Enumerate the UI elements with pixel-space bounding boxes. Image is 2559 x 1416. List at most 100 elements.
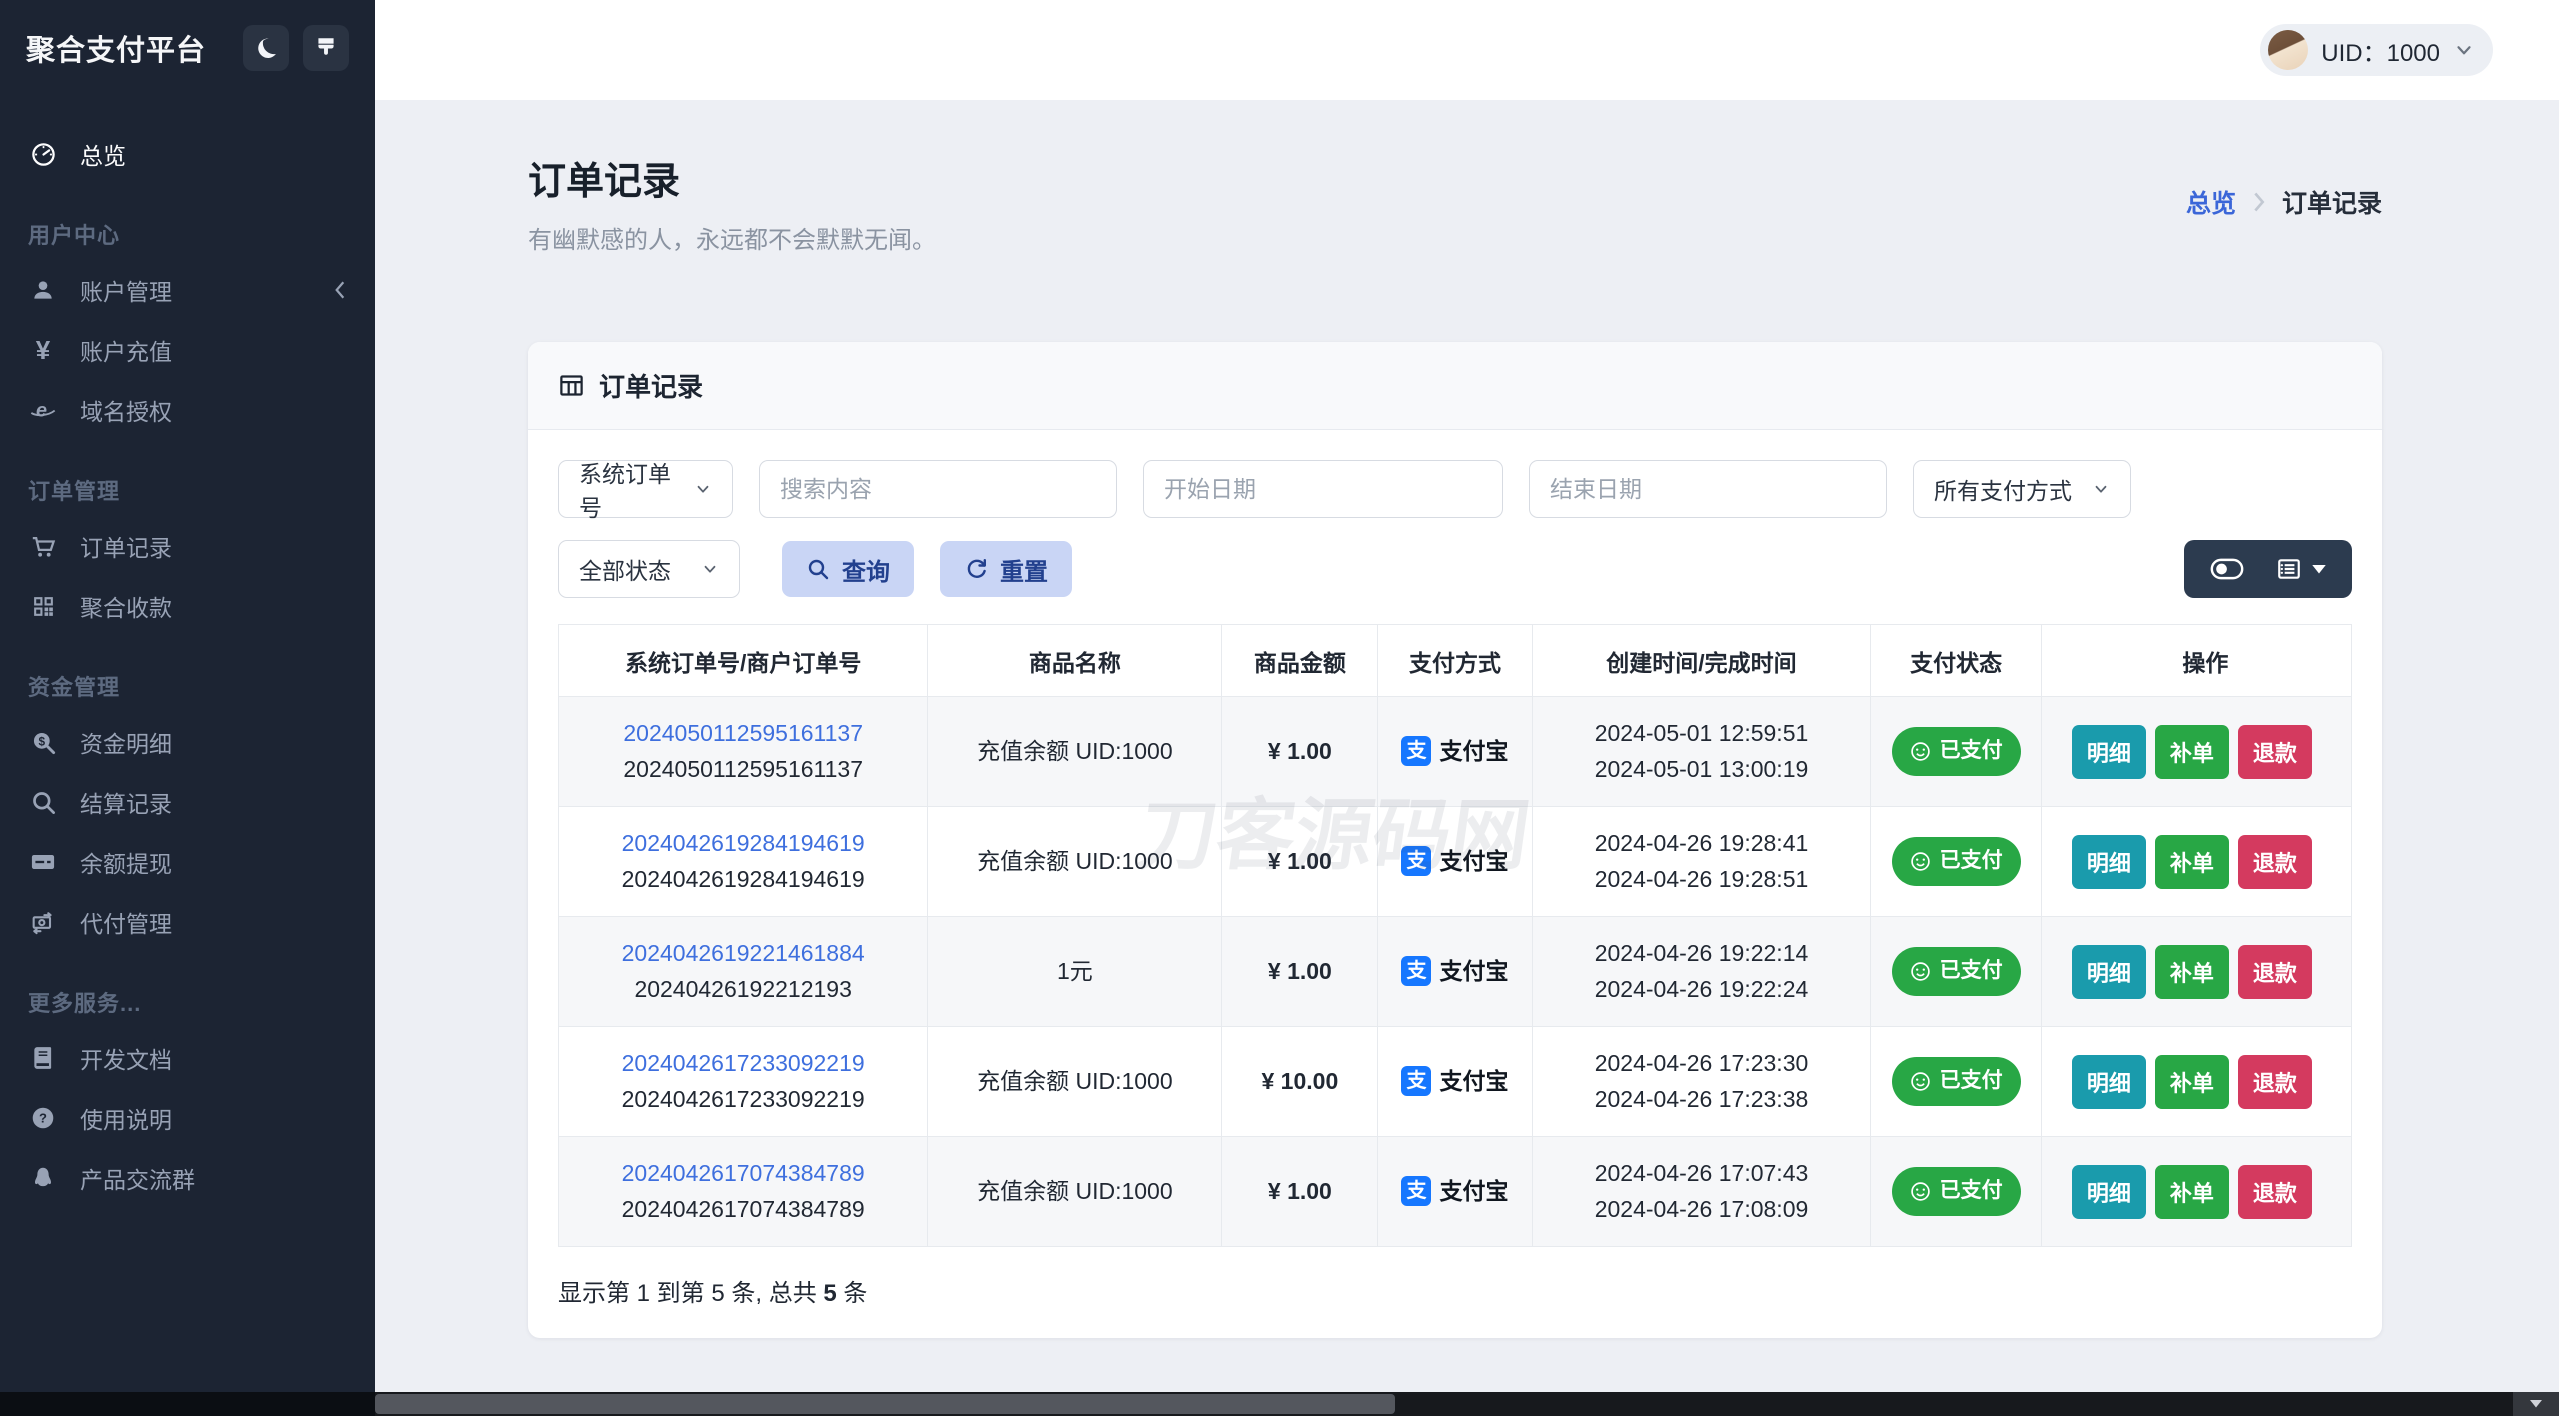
refresh-icon bbox=[964, 557, 988, 581]
sidebar-item-label: 账户管理 bbox=[80, 279, 172, 305]
book-icon bbox=[28, 1045, 58, 1071]
col-method: 支付方式 bbox=[1377, 624, 1533, 697]
order-type-select[interactable]: 系统订单号 bbox=[558, 460, 733, 521]
theme-button[interactable] bbox=[303, 25, 349, 71]
alipay-icon: 支 bbox=[1401, 736, 1432, 767]
col-status: 支付状态 bbox=[1870, 624, 2042, 697]
alipay-icon: 支 bbox=[1401, 956, 1432, 987]
time-cell: 2024-04-26 17:23:30 2024-04-26 17:23:38 bbox=[1531, 1026, 1872, 1137]
refund-button[interactable]: 退款 bbox=[2237, 834, 2312, 889]
pay-method-select[interactable]: 所有支付方式 bbox=[1913, 460, 2131, 518]
detail-button[interactable]: 明细 bbox=[2071, 834, 2146, 889]
dark-mode-button[interactable] bbox=[243, 25, 289, 71]
pay-method: 支付宝 bbox=[1439, 1067, 1509, 1094]
sidebar-header: 聚合支付平台 bbox=[0, 0, 375, 96]
status-badge: 已支付 bbox=[1891, 1057, 2021, 1106]
breadcrumb-home[interactable]: 总览 bbox=[2186, 184, 2236, 220]
pay-method: 支付宝 bbox=[1439, 1177, 1509, 1204]
time-cell: 2024-04-26 17:07:43 2024-04-26 17:08:09 bbox=[1531, 1136, 1872, 1247]
order-records-card: 订单记录 系统订单号 所有支付方式 bbox=[528, 342, 2382, 1338]
search-input[interactable] bbox=[759, 460, 1117, 518]
toggle-view-button[interactable] bbox=[2194, 540, 2260, 598]
reissue-button[interactable]: 补单 bbox=[2154, 724, 2229, 779]
breadcrumb-current: 订单记录 bbox=[2281, 190, 2382, 218]
detail-button[interactable]: 明细 bbox=[2071, 724, 2146, 779]
pay-method: 支付宝 bbox=[1439, 737, 1509, 764]
order-link[interactable]: 2024042619221461884 bbox=[569, 936, 917, 972]
yen-icon: ¥ bbox=[35, 335, 51, 365]
product-name: 充值余额 UID:1000 bbox=[927, 806, 1223, 917]
amount: ¥ 1.00 bbox=[1221, 1136, 1379, 1247]
amount: ¥ 1.00 bbox=[1221, 916, 1379, 1027]
sidebar-item-overview[interactable]: 总览 bbox=[0, 124, 375, 184]
table-row: 2024042617074384789 2024042617074384789 充… bbox=[557, 1136, 2353, 1247]
sidebar-item-fund-detail[interactable]: $ 资金明细 bbox=[0, 712, 375, 772]
sidebar-item-withdraw[interactable]: 余额提现 bbox=[0, 832, 375, 892]
order-link[interactable]: 2024042617074384789 bbox=[569, 1156, 917, 1192]
question-circle-icon: ? bbox=[28, 1105, 58, 1131]
status-value: 全部状态 bbox=[579, 558, 671, 584]
sidebar-item-user-guide[interactable]: ? 使用说明 bbox=[0, 1088, 375, 1148]
columns-dropdown-button[interactable] bbox=[2260, 540, 2342, 598]
refund-button[interactable]: 退款 bbox=[2237, 1054, 2312, 1109]
orders-table: 系统订单号/商户订单号 商品名称 商品金额 支付方式 创建时间/完成时间 支付状… bbox=[557, 624, 2353, 1247]
sidebar-item-settle-records[interactable]: 结算记录 bbox=[0, 772, 375, 832]
sidebar-item-dev-docs[interactable]: 开发文档 bbox=[0, 1028, 375, 1088]
page-title: 订单记录 bbox=[528, 160, 681, 203]
sidebar-section-more: 更多服务... bbox=[28, 991, 142, 1016]
amount: ¥ 10.00 bbox=[1221, 1026, 1379, 1137]
credit-card-icon bbox=[28, 848, 58, 876]
sidebar-item-product-group[interactable]: 产品交流群 bbox=[0, 1148, 375, 1208]
card-header: 订单记录 bbox=[528, 342, 2382, 430]
order-link[interactable]: 2024050112595161137 bbox=[569, 716, 917, 752]
toggle-icon bbox=[2210, 558, 2244, 580]
end-date-input[interactable] bbox=[1529, 460, 1887, 518]
card-body: 系统订单号 所有支付方式 全部状态 bbox=[528, 430, 2382, 1338]
refund-button[interactable]: 退款 bbox=[2237, 724, 2312, 779]
sidebar-section-order: 订单管理 bbox=[28, 479, 121, 504]
sidebar-item-order-records[interactable]: 订单记录 bbox=[0, 516, 375, 576]
detail-button[interactable]: 明细 bbox=[2071, 944, 2146, 999]
reissue-button[interactable]: 补单 bbox=[2154, 1054, 2229, 1109]
sidebar-item-account-manage[interactable]: 账户管理 bbox=[0, 260, 375, 320]
status-badge: 已支付 bbox=[1891, 837, 2021, 886]
sidebar-item-payout-manage[interactable]: 代付管理 bbox=[0, 892, 375, 952]
scrollbar-thumb[interactable] bbox=[375, 1394, 1395, 1414]
sidebar-item-label: 资金明细 bbox=[80, 731, 172, 757]
start-date-input[interactable] bbox=[1143, 460, 1503, 518]
refund-button[interactable]: 退款 bbox=[2237, 1164, 2312, 1219]
merchant-order-no: 2024042619284194619 bbox=[621, 865, 865, 892]
sidebar-item-label: 代付管理 bbox=[80, 911, 172, 937]
refund-button[interactable]: 退款 bbox=[2237, 944, 2312, 999]
reissue-button[interactable]: 补单 bbox=[2154, 1164, 2229, 1219]
chevron-left-icon bbox=[333, 280, 347, 300]
topbar: UID：1000 bbox=[375, 0, 2559, 100]
reissue-button[interactable]: 补单 bbox=[2154, 944, 2229, 999]
sidebar-item-account-recharge[interactable]: ¥ 账户充值 bbox=[0, 320, 375, 380]
alipay-icon: 支 bbox=[1401, 1176, 1432, 1207]
scrollbar-corner[interactable] bbox=[2513, 1392, 2559, 1416]
user-menu[interactable]: UID：1000 bbox=[2260, 24, 2493, 76]
sidebar-item-aggregate-collect[interactable]: 聚合收款 bbox=[0, 576, 375, 636]
detail-button[interactable]: 明细 bbox=[2071, 1164, 2146, 1219]
time-cell: 2024-04-26 19:22:14 2024-04-26 19:22:24 bbox=[1531, 916, 1872, 1027]
alipay-icon: 支 bbox=[1401, 1066, 1432, 1097]
reissue-button[interactable]: 补单 bbox=[2154, 834, 2229, 889]
sidebar-item-label: 聚合收款 bbox=[80, 595, 172, 621]
query-label: 查询 bbox=[842, 558, 890, 586]
order-link[interactable]: 2024042619284194619 bbox=[569, 826, 917, 862]
sidebar-item-label: 结算记录 bbox=[80, 791, 172, 817]
col-amount: 商品金额 bbox=[1221, 624, 1379, 697]
user-icon bbox=[28, 277, 58, 303]
order-link[interactable]: 2024042617233092219 bbox=[569, 1046, 917, 1082]
chevron-down-icon bbox=[701, 560, 719, 578]
query-button[interactable]: 查询 bbox=[782, 541, 914, 597]
status-select[interactable]: 全部状态 bbox=[558, 540, 740, 598]
detail-button[interactable]: 明细 bbox=[2071, 1054, 2146, 1109]
svg-text:?: ? bbox=[39, 1111, 47, 1126]
horizontal-scrollbar bbox=[0, 1392, 2559, 1416]
reset-button[interactable]: 重置 bbox=[940, 541, 1072, 597]
pay-method: 支付宝 bbox=[1439, 957, 1509, 984]
status-badge: 已支付 bbox=[1891, 947, 2021, 996]
sidebar-item-domain-auth[interactable]: e 域名授权 bbox=[0, 380, 375, 440]
